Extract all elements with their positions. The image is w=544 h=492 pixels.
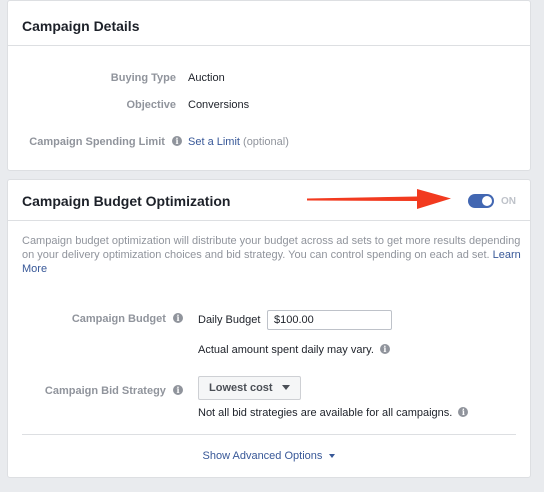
budget-note: Actual amount spent daily may vary. xyxy=(198,344,374,356)
annotation-arrow-icon xyxy=(307,189,451,209)
budget-optimization-toggle[interactable] xyxy=(468,194,494,208)
toggle-knob xyxy=(482,196,492,206)
budget-optimization-description: Campaign budget optimization will distri… xyxy=(22,234,522,276)
divider xyxy=(8,220,530,221)
campaign-budget-label: Campaign Budget xyxy=(71,313,166,325)
bid-strategy-note-row: Not all bid strategies are available for… xyxy=(198,407,469,419)
info-icon[interactable]: i xyxy=(379,344,390,354)
objective-value: Conversions xyxy=(188,99,250,111)
set-limit-link[interactable]: Set a Limit xyxy=(188,136,240,148)
budget-optimization-card: Campaign Budget Optimization ON Campaign… xyxy=(7,179,531,478)
spending-limit-label: Campaign Spending Limit xyxy=(29,136,165,148)
campaign-details-card: Campaign Details Buying Type Auction Obj… xyxy=(7,0,531,171)
advanced-options-row: Show Advanced Options xyxy=(8,450,530,462)
buying-type-value: Auction xyxy=(188,72,225,84)
caret-down-icon xyxy=(281,385,290,390)
budget-amount-input[interactable] xyxy=(267,310,392,330)
campaign-budget-label-row: Campaign Budget i xyxy=(72,313,183,325)
budget-optimization-title: Campaign Budget Optimization xyxy=(22,193,231,209)
caret-down-icon xyxy=(329,454,336,458)
spending-limit-label-row: Campaign Spending Limit i xyxy=(29,136,182,148)
bid-strategy-label: Campaign Bid Strategy xyxy=(44,385,166,397)
bid-strategy-label-row: Campaign Bid Strategy i xyxy=(45,385,183,397)
budget-type[interactable]: Daily Budget xyxy=(198,314,260,326)
toggle-state-label: ON xyxy=(501,196,516,207)
divider xyxy=(8,45,530,46)
bid-strategy-dropdown[interactable]: Lowest cost xyxy=(198,376,301,400)
spending-limit-value: Set a Limit (optional) xyxy=(188,136,289,148)
budget-note-row: Actual amount spent daily may vary. i xyxy=(198,344,390,356)
campaign-details-title: Campaign Details xyxy=(22,18,140,34)
bid-strategy-value: Lowest cost xyxy=(209,382,273,394)
objective-label: Objective xyxy=(126,99,176,111)
info-icon[interactable]: i xyxy=(173,313,183,323)
info-icon[interactable]: i xyxy=(458,407,469,417)
bid-strategy-note: Not all bid strategies are available for… xyxy=(198,407,453,419)
buying-type-label: Buying Type xyxy=(110,72,176,84)
optional-text: (optional) xyxy=(243,136,289,148)
info-icon[interactable]: i xyxy=(172,136,182,146)
description-text: Campaign budget optimization will distri… xyxy=(22,235,521,261)
show-advanced-options-link[interactable]: Show Advanced Options xyxy=(203,450,323,462)
divider xyxy=(22,434,516,435)
info-icon[interactable]: i xyxy=(173,385,183,395)
